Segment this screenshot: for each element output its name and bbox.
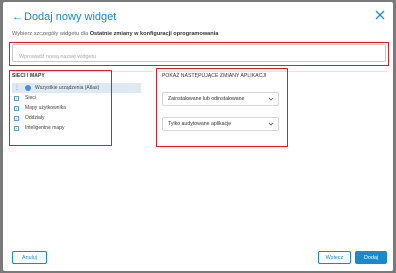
tree-item-label: Inteligentne mapy: [25, 125, 65, 131]
add-button[interactable]: Dodaj: [355, 251, 387, 264]
divider-left: [12, 71, 153, 72]
app-filter-select[interactable]: Tylko audytowane aplikacje: [162, 117, 279, 131]
subtitle-prefix: Wybierz szczegóły widgetu dla: [12, 31, 90, 37]
back-button[interactable]: Wstecz: [318, 251, 351, 264]
tree-item-label: Sieci: [25, 95, 36, 101]
close-icon[interactable]: [373, 8, 387, 22]
globe-icon: [25, 85, 31, 91]
highlight-changes-box: [156, 68, 288, 147]
tree-item-networks[interactable]: + Sieci: [12, 93, 141, 103]
app-filter-value: Tylko audytowane aplikacje: [168, 121, 232, 127]
tree-item-label: Mapy użytkownika: [25, 105, 66, 111]
expand-icon[interactable]: +: [14, 125, 19, 131]
expand-icon[interactable]: +: [14, 115, 19, 121]
tree-item-all-devices[interactable]: ⋮ Wszystkie urządzenia (Atlas): [12, 83, 141, 93]
tree-item-smart-maps[interactable]: + Inteligentne mapy: [12, 123, 141, 133]
tree-title: SIECI I MAPY: [12, 73, 45, 79]
tree-connector-icon: ⋮: [14, 85, 20, 91]
widget-name-field[interactable]: [12, 44, 386, 65]
back-arrow-icon[interactable]: ←: [12, 10, 23, 24]
expand-icon[interactable]: +: [14, 105, 19, 111]
dialog-title: Dodaj nowy widget: [24, 11, 117, 23]
tree-item-label: Wszystkie urządzenia (Atlas): [35, 85, 100, 91]
dialog-subtitle: Wybierz szczegóły widgetu dla Ostatnie z…: [12, 31, 218, 37]
changes-title: POKAŻ NASTĘPUJĄCE ZMIANY APLIKACJI: [162, 73, 267, 79]
divider-right: [159, 71, 387, 72]
expand-icon[interactable]: +: [14, 95, 19, 101]
chevron-down-icon: [268, 97, 274, 101]
chevron-down-icon: [268, 122, 274, 126]
subtitle-widget-type: Ostatnie zmiany w konfiguracji oprogramo…: [89, 31, 219, 37]
change-type-value: Zainstalowane lub odinstalowane: [168, 96, 245, 102]
tree-item-label: Oddziały: [25, 115, 45, 121]
change-type-select[interactable]: Zainstalowane lub odinstalowane: [162, 92, 279, 106]
networks-tree: ⋮ Wszystkie urządzenia (Atlas) + Sieci +…: [12, 83, 141, 133]
tree-item-branches[interactable]: + Oddziały: [12, 113, 141, 123]
widget-name-input[interactable]: [13, 49, 385, 65]
add-widget-dialog: ← Dodaj nowy widget Wybierz szczegóły wi…: [3, 2, 393, 271]
tree-item-user-maps[interactable]: + Mapy użytkownika: [12, 103, 141, 113]
cancel-button[interactable]: Anuluj: [12, 251, 47, 264]
